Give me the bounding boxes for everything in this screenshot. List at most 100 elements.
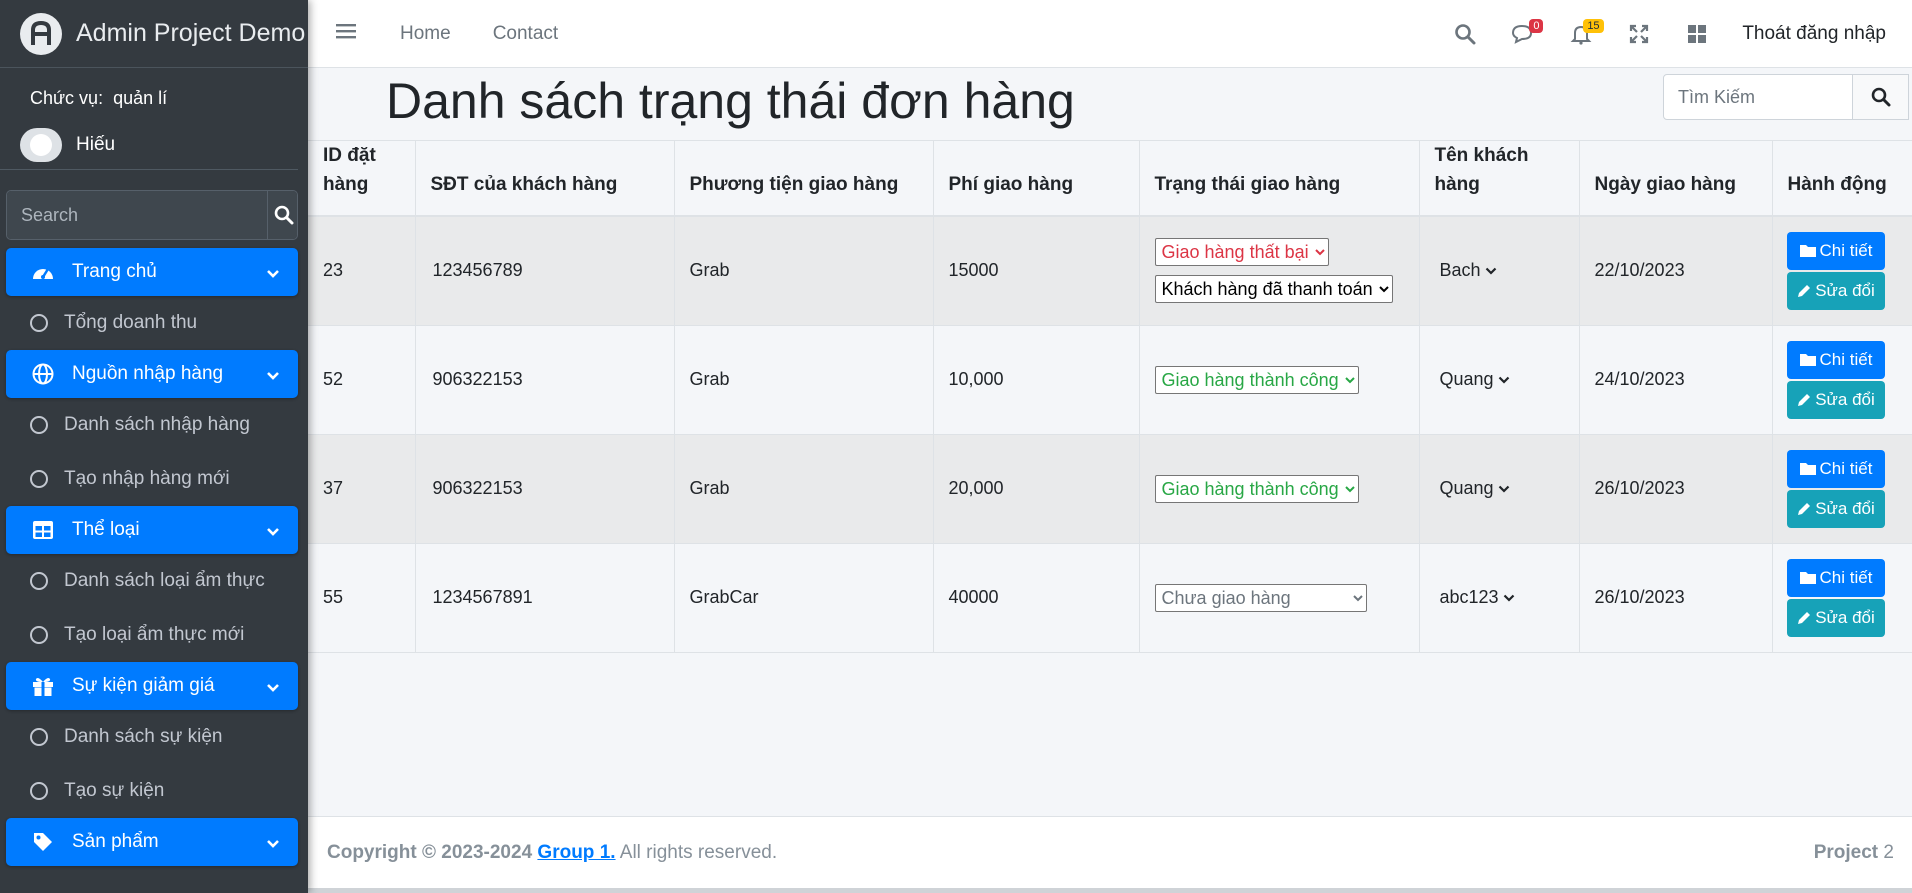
cell-fee: 10,000 (933, 325, 1140, 435)
cell-customer: Quang (1419, 325, 1580, 435)
search-icon (274, 205, 294, 225)
pencil-icon (1798, 502, 1811, 515)
sidebar-item-tong-doanh-thu[interactable]: Tổng doanh thu (0, 296, 308, 350)
user-panel[interactable]: Hiếu (0, 108, 298, 170)
order-search (1663, 74, 1909, 120)
sidebar-item-label: Nguồn nhập hàng (72, 363, 224, 384)
sidebar-search-button[interactable] (267, 191, 297, 239)
nav-link-contact[interactable]: Contact (493, 23, 558, 45)
sidebar-item-san-pham[interactable]: Sản phẩm (6, 818, 298, 866)
order-search-button[interactable] (1853, 74, 1909, 120)
footer: Copyright © 2023-2024 Group 1. All right… (308, 816, 1912, 888)
navbar-search-button[interactable] (1436, 0, 1494, 68)
col-header-action: Hành động (1772, 140, 1912, 217)
order-search-input[interactable] (1663, 74, 1853, 120)
sidebar-item-label: Danh sách nhập hàng (64, 414, 250, 435)
sidebar-item-danh-sach-loai-am-thuc[interactable]: Danh sách loại ẩm thực (0, 554, 308, 608)
sidebar-item-label: Danh sách loại ẩm thực (64, 570, 265, 591)
delivery-status-select[interactable]: Giao hàng thành công (1154, 474, 1359, 503)
sidebar-item-nguon-nhap-hang[interactable]: Nguồn nhập hàng (6, 350, 298, 398)
sidebar-item-the-loai[interactable]: Thể loại (6, 506, 298, 554)
expand-icon (1630, 24, 1649, 44)
customer-dropdown[interactable]: Quang (1440, 478, 1510, 499)
user-name[interactable]: Hiếu (76, 134, 115, 156)
role-label: Chức vụ: (30, 88, 104, 108)
cell-vehicle: Grab (674, 325, 934, 435)
cell-customer: Quang (1419, 434, 1580, 544)
rights-text: All rights reserved. (619, 841, 778, 863)
sidebar-item-tao-su-kien[interactable]: Tạo sự kiện (0, 764, 308, 818)
customer-dropdown[interactable]: Bach (1440, 260, 1497, 281)
col-header-customer: Tên khách hàng (1419, 140, 1580, 217)
detail-button[interactable]: Chi tiết (1786, 449, 1885, 488)
edit-button[interactable]: Sửa đổi (1786, 271, 1885, 310)
delivery-status-select[interactable]: Chưa giao hàng (1154, 583, 1367, 612)
group-link[interactable]: Group 1. (537, 842, 615, 863)
cell-vehicle: Grab (674, 216, 934, 326)
nav-link-home[interactable]: Home (400, 23, 451, 45)
detail-button[interactable]: Chi tiết (1786, 558, 1885, 597)
pencil-icon (1798, 284, 1811, 297)
edit-button[interactable]: Sửa đổi (1786, 489, 1885, 528)
chevron-down-icon (266, 833, 280, 855)
payment-status-select[interactable]: Khách hàng đã thanh toán (1154, 275, 1393, 304)
globe-icon (30, 363, 56, 385)
col-header-date: Ngày giao hàng (1579, 140, 1773, 217)
gift-icon (30, 675, 56, 697)
menu-toggle-icon[interactable] (336, 22, 358, 45)
table-row: 52 906322153 Grab 10,000 Giao hàng thành… (308, 325, 1912, 435)
col-header-status: Trạng thái giao hàng (1139, 140, 1420, 217)
sidebar-item-label: Danh sách sự kiện (64, 726, 223, 747)
cell-date: 24/10/2023 (1579, 325, 1773, 435)
messages-button[interactable]: 0 (1494, 0, 1552, 68)
sidebar-item-tao-nhap-hang-moi[interactable]: Tạo nhập hàng mới (0, 452, 308, 506)
cell-fee: 15000 (933, 216, 1140, 326)
footer-copyright: Copyright © 2023-2024 Group 1. All right… (327, 842, 777, 864)
cell-id: 23 (308, 216, 416, 326)
folder-icon (1799, 463, 1816, 475)
customer-dropdown[interactable]: Quang (1440, 369, 1510, 390)
sidebar-item-danh-sach-nhap-hang[interactable]: Danh sách nhập hàng (0, 398, 308, 452)
table-row: 23 123456789 Grab 15000 Giao hàng thất b… (308, 216, 1912, 326)
customer-dropdown[interactable]: abc123 (1440, 587, 1515, 608)
sidebar-item-label: Sự kiện giảm giá (72, 675, 215, 696)
cell-customer: abc123 (1419, 543, 1580, 653)
brand-name: Admin Project Demo (76, 19, 306, 47)
cell-phone: 1234567891 (415, 543, 675, 653)
delivery-status-select[interactable]: Giao hàng thành công (1154, 365, 1359, 394)
sidebar-item-tao-loai-am-thuc-moi[interactable]: Tạo loại ẩm thực mới (0, 608, 308, 662)
circle-icon (30, 626, 48, 644)
sidebar-item-danh-sach-su-kien[interactable]: Danh sách sự kiện (0, 710, 308, 764)
copyright-text: Copyright © 2023-2024 (327, 841, 533, 863)
fullscreen-button[interactable] (1610, 0, 1668, 68)
detail-button[interactable]: Chi tiết (1786, 340, 1885, 379)
logout-link[interactable]: Thoát đăng nhập (1742, 23, 1886, 45)
delivery-status-select[interactable]: Giao hàng thất bại (1154, 238, 1329, 267)
sidebar-search-input[interactable] (7, 191, 267, 239)
search-icon (1871, 87, 1890, 107)
detail-button[interactable]: Chi tiết (1786, 231, 1885, 270)
col-header-id: ID đặt hàng (308, 140, 416, 217)
grid-icon (1688, 25, 1707, 43)
customer-name: Bach (1439, 260, 1481, 281)
edit-button[interactable]: Sửa đổi (1786, 380, 1885, 419)
notifications-button[interactable]: 15 (1552, 0, 1610, 68)
folder-icon (1799, 354, 1816, 366)
cell-actions: Chi tiết Sửa đổi (1772, 434, 1912, 544)
cell-date: 26/10/2023 (1579, 543, 1773, 653)
circle-icon (30, 470, 48, 488)
avatar (20, 127, 62, 162)
apps-button[interactable] (1668, 0, 1726, 68)
sidebar-item-trang-chu[interactable]: Trang chủ (6, 248, 298, 296)
top-navbar: Home Contact 0 15 Thoát đăng nhập (308, 0, 1912, 68)
sidebar-item-su-kien-giam-gia[interactable]: Sự kiện giảm giá (6, 662, 298, 710)
sidebar: Admin Project Demo Chức vụ: quản lí Hiếu… (0, 0, 308, 893)
cell-id: 52 (308, 325, 416, 435)
cell-vehicle: Grab (674, 434, 934, 544)
col-header-vehicle: Phương tiện giao hàng (674, 140, 934, 217)
edit-button[interactable]: Sửa đổi (1786, 598, 1885, 637)
chevron-down-icon (1485, 267, 1496, 275)
project-version: 2 (1883, 841, 1894, 863)
brand-link[interactable]: Admin Project Demo (0, 0, 308, 68)
page-title: Danh sách trạng thái đơn hàng (386, 73, 1075, 129)
